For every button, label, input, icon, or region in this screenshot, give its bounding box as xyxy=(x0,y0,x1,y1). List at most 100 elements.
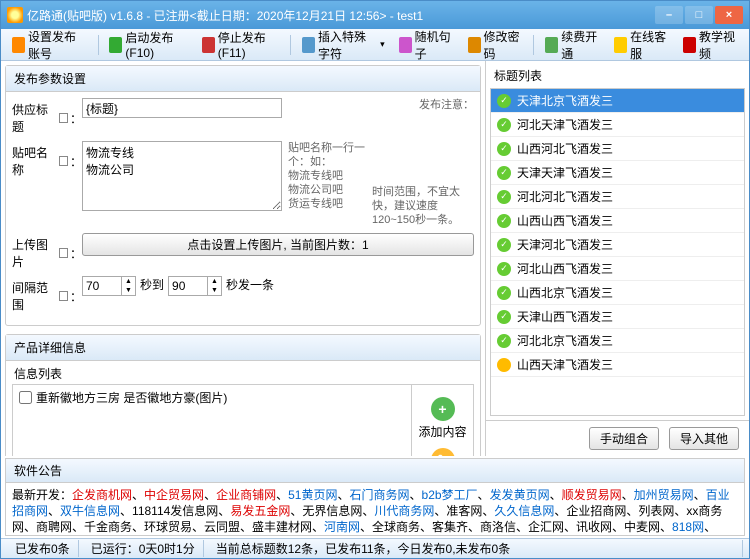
stop-button[interactable]: 停止发布(F11) xyxy=(197,26,285,63)
app-window: 亿路通(贴吧版) v1.6.8 - 已注册<截止日期：2020年12月21日 1… xyxy=(0,0,750,559)
announce-title: 软件公告 xyxy=(6,459,744,483)
detail-title: 产品详细信息 xyxy=(6,335,480,361)
supply-picker[interactable] xyxy=(59,113,68,123)
set-account-button[interactable]: 设置发布账号 xyxy=(7,25,92,65)
title-row[interactable]: 山西天津飞酒发三 xyxy=(491,353,744,377)
upload-picker[interactable] xyxy=(59,248,68,258)
money-icon xyxy=(545,37,558,53)
title-text: 山西天津飞酒发三 xyxy=(517,356,613,373)
info-row[interactable]: 重新徽地方三房 是否徽地方豪(图片) xyxy=(13,385,411,410)
interval-from-input[interactable] xyxy=(82,276,122,296)
interval-picker[interactable] xyxy=(59,291,68,301)
title-list-label: 标题列表 xyxy=(486,61,749,88)
params-group: 发布参数设置 供应标题： 发布注意： 贴吧名称： 物流专线 物流公司 贴吧名称一… xyxy=(5,65,481,326)
check-icon: ✓ xyxy=(497,286,511,300)
close-button[interactable]: × xyxy=(715,6,743,24)
edit-content-button[interactable]: ✎修改内容 xyxy=(416,448,470,456)
maximize-button[interactable]: □ xyxy=(685,6,713,24)
right-pane: 标题列表 ✓ 天津北京飞酒发三 ✓ 河北天津飞酒发三 ✓ 山西河北飞酒发三 ✓ 天津天津飞酒发… xyxy=(486,61,749,456)
manual-combine-button[interactable]: 手动组合 xyxy=(589,427,659,450)
notice-label: 发布注意： xyxy=(419,98,474,112)
title-row[interactable]: ✓ 山西山西飞酒发三 xyxy=(491,209,744,233)
check-icon: ✓ xyxy=(497,118,511,132)
info-list-label: 信息列表 xyxy=(6,361,480,384)
title-text: 河北天津飞酒发三 xyxy=(517,116,613,133)
title-row[interactable]: ✓ 河北山西飞酒发三 xyxy=(491,257,744,281)
title-row[interactable]: ✓ 河北河北飞酒发三 xyxy=(491,185,744,209)
window-title: 亿路通(贴吧版) v1.6.8 - 已注册<截止日期：2020年12月21日 1… xyxy=(27,7,653,24)
title-text: 天津天津飞酒发三 xyxy=(517,164,613,181)
announce-body: 最新开发：企发商机网、中企贸易网、企业商铺网、51黄页网、石门商务网、b2b梦工… xyxy=(6,483,744,535)
title-text: 天津山西飞酒发三 xyxy=(517,308,613,325)
title-text: 山西山西飞酒发三 xyxy=(517,212,613,229)
random-button[interactable]: 随机句子 xyxy=(394,25,459,65)
main-area: 发布参数设置 供应标题： 发布注意： 贴吧名称： 物流专线 物流公司 贴吧名称一… xyxy=(1,61,749,456)
status-runtime: 已运行：0天0时1分 xyxy=(83,540,204,557)
title-row[interactable]: ✓ 河北天津飞酒发三 xyxy=(491,113,744,137)
title-list[interactable]: ✓ 天津北京飞酒发三 ✓ 河北天津飞酒发三 ✓ 山西河北飞酒发三 ✓ 天津天津飞酒发三 ✓ 河北河… xyxy=(490,88,745,416)
insert-icon xyxy=(302,37,315,53)
check-icon: ✓ xyxy=(497,166,511,180)
side-buttons: +添加内容 ✎修改内容 ✖删除内容 !全部删除 xyxy=(411,385,473,456)
left-pane: 发布参数设置 供应标题： 发布注意： 贴吧名称： 物流专线 物流公司 贴吧名称一… xyxy=(1,61,486,456)
password-button[interactable]: 修改密码 xyxy=(463,25,528,65)
info-checkbox[interactable] xyxy=(19,391,32,404)
gear-icon xyxy=(12,37,25,53)
video-button[interactable]: 教学视频 xyxy=(678,25,743,65)
status-published: 已发布0条 xyxy=(7,540,79,557)
info-list[interactable]: 重新徽地方三房 是否徽地方豪(图片) xyxy=(13,385,411,456)
check-icon: ✓ xyxy=(497,334,511,348)
check-icon: ✓ xyxy=(497,142,511,156)
play-icon xyxy=(109,37,122,53)
title-text: 天津北京飞酒发三 xyxy=(517,92,613,109)
cs-button[interactable]: 在线客服 xyxy=(609,25,674,65)
title-row[interactable]: ✓ 天津天津飞酒发三 xyxy=(491,161,744,185)
announce-group: 软件公告 最新开发：企发商机网、中企贸易网、企业商铺网、51黄页网、石门商务网、… xyxy=(5,458,745,536)
title-row[interactable]: ✓ 山西北京飞酒发三 xyxy=(491,281,744,305)
import-other-button[interactable]: 导入其他 xyxy=(669,427,739,450)
spinner-from[interactable]: ▲▼ xyxy=(122,276,136,296)
app-icon xyxy=(7,7,23,23)
plus-icon: + xyxy=(431,397,455,421)
dice-icon xyxy=(399,37,412,53)
insert-button[interactable]: 插入特殊字符▾ xyxy=(297,25,389,65)
key-icon xyxy=(468,37,481,53)
title-row[interactable]: ✓ 山西河北飞酒发三 xyxy=(491,137,744,161)
interval-to-input[interactable] xyxy=(168,276,208,296)
stop-icon xyxy=(202,37,215,53)
check-icon: ✓ xyxy=(497,238,511,252)
spinner-to[interactable]: ▲▼ xyxy=(208,276,222,296)
toolbar: 设置发布账号 启动发布(F10) 停止发布(F11) 插入特殊字符▾ 随机句子 … xyxy=(1,29,749,61)
statusbar: 已发布0条 已运行：0天0时1分 当前总标题数12条，已发布11条，今日发布0,… xyxy=(1,538,749,558)
check-icon: ✓ xyxy=(497,94,511,108)
check-icon: ✓ xyxy=(497,190,511,204)
warning-icon xyxy=(497,358,511,372)
check-icon: ✓ xyxy=(497,262,511,276)
video-icon xyxy=(683,37,696,53)
title-text: 河北山西飞酒发三 xyxy=(517,260,613,277)
pencil-icon: ✎ xyxy=(431,448,455,456)
detail-group: 产品详细信息 信息列表 重新徽地方三房 是否徽地方豪(图片) +添加内容 ✎修改… xyxy=(5,334,481,456)
check-icon: ✓ xyxy=(497,214,511,228)
minimize-button[interactable]: – xyxy=(655,6,683,24)
supply-input[interactable] xyxy=(82,98,282,118)
status-summary: 当前总标题数12条，已发布11条，今日发布0,未发布0条 xyxy=(208,540,743,557)
title-row[interactable]: ✓ 天津山西飞酒发三 xyxy=(491,305,744,329)
title-text: 天津河北飞酒发三 xyxy=(517,236,613,253)
start-button[interactable]: 启动发布(F10) xyxy=(104,26,192,63)
title-text: 河北河北飞酒发三 xyxy=(517,188,613,205)
title-text: 山西北京飞酒发三 xyxy=(517,284,613,301)
star-icon xyxy=(614,37,627,53)
bar-picker[interactable] xyxy=(59,156,68,166)
title-text: 山西河北飞酒发三 xyxy=(517,140,613,157)
renew-button[interactable]: 续费开通 xyxy=(540,25,605,65)
bar-textarea[interactable]: 物流专线 物流公司 xyxy=(82,141,282,211)
title-row[interactable]: ✓ 河北北京飞酒发三 xyxy=(491,329,744,353)
params-title: 发布参数设置 xyxy=(6,66,480,92)
check-icon: ✓ xyxy=(497,310,511,324)
title-row[interactable]: ✓ 天津北京飞酒发三 xyxy=(491,89,744,113)
add-content-button[interactable]: +添加内容 xyxy=(416,397,470,440)
upload-button[interactable]: 点击设置上传图片, 当前图片数：1 xyxy=(82,233,474,256)
title-row[interactable]: ✓ 天津河北飞酒发三 xyxy=(491,233,744,257)
title-text: 河北北京飞酒发三 xyxy=(517,332,613,349)
